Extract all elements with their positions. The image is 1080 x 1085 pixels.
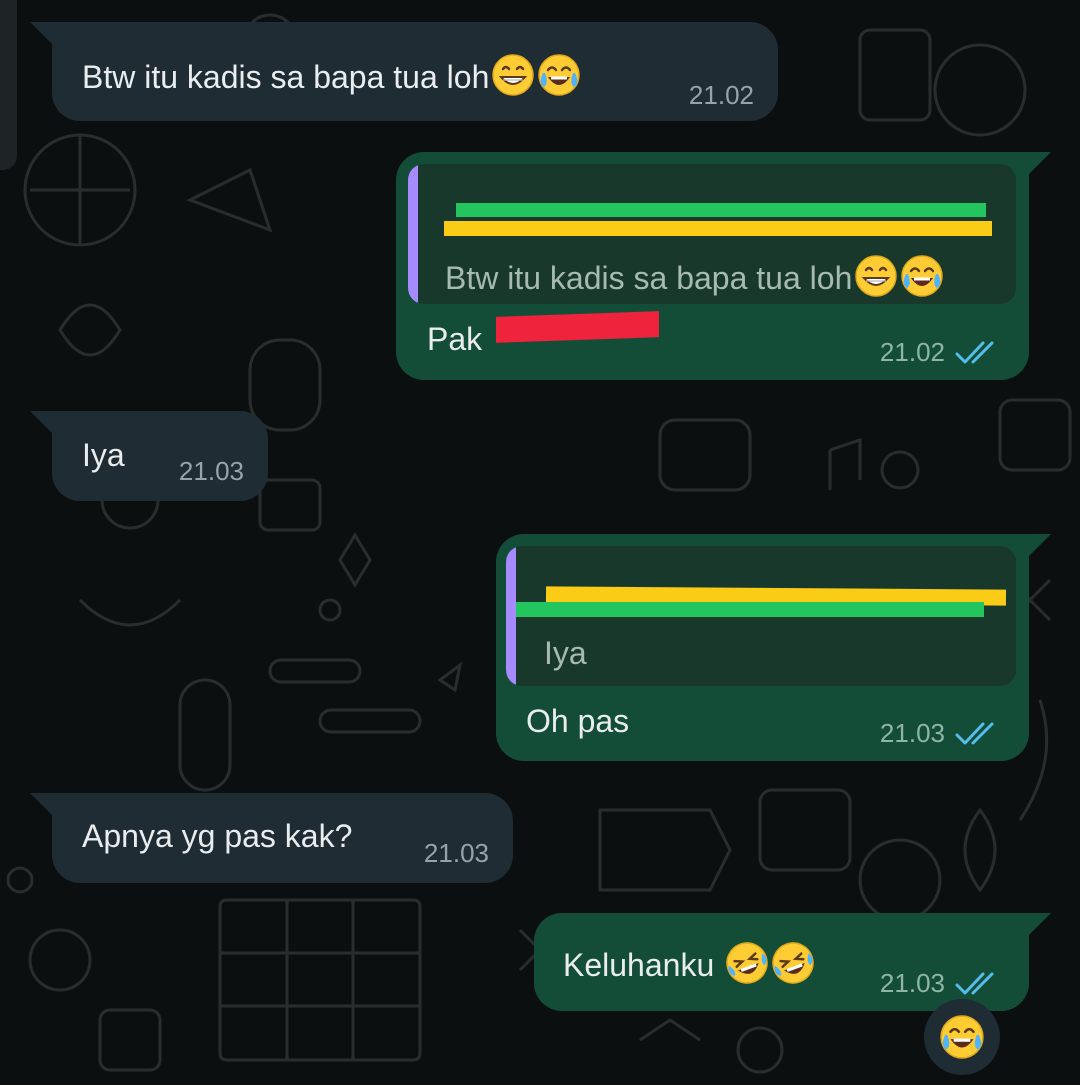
message-meta: 21.02 <box>880 337 1001 368</box>
tears-of-joy-emoji-icon <box>538 54 581 96</box>
message-time: 21.03 <box>178 456 244 486</box>
message-bubble-outgoing[interactable]: Btw itu kadis sa bapa tua loh Pak 21.02 <box>396 152 1051 380</box>
quoted-message[interactable]: Iya <box>506 546 1016 686</box>
double-check-read-icon <box>955 972 994 994</box>
tears-of-joy-emoji-icon <box>901 255 944 297</box>
message-time: 21.03 <box>879 718 945 748</box>
message-meta: 21.03 <box>880 718 1001 749</box>
message-meta: 21.03 <box>880 968 1001 999</box>
tears-of-joy-emoji-icon <box>940 1015 984 1059</box>
rolling-on-floor-laughing-emoji-icon <box>772 942 814 984</box>
message-text: Pak <box>427 321 483 357</box>
message-meta: 21.03 <box>179 456 244 487</box>
previous-screen-edge <box>0 0 17 170</box>
message-text: Keluhanku <box>563 941 815 985</box>
reaction-emoji-button[interactable] <box>924 999 1000 1075</box>
redaction-mark-green <box>456 203 986 217</box>
message-meta: 21.03 <box>424 838 489 869</box>
quote-text: Iya <box>544 635 587 671</box>
message-text: Apnya yg pas kak? <box>82 818 353 854</box>
quoted-message[interactable]: Btw itu kadis sa bapa tua loh <box>408 164 1016 304</box>
message-bubble-incoming[interactable]: Btw itu kadis sa bapa tua loh 21.02 <box>30 22 778 121</box>
quote-accent-bar <box>408 164 418 304</box>
redaction-mark-yellow <box>444 221 992 236</box>
grinning-face-emoji-icon <box>855 255 898 297</box>
message-text: Btw itu kadis sa bapa tua loh <box>82 53 581 97</box>
redaction-mark-green <box>516 602 984 617</box>
rolling-on-floor-laughing-emoji-icon <box>726 942 768 984</box>
message-time: 21.03 <box>423 838 489 868</box>
message-time: 21.03 <box>879 968 945 998</box>
message-bubble-incoming[interactable]: Iya 21.03 <box>30 411 268 501</box>
grinning-face-emoji-icon <box>492 54 535 96</box>
message-bubble-outgoing[interactable]: Keluhanku 21.03 <box>534 913 1051 1011</box>
redaction-mark-red <box>496 311 659 343</box>
message-bubble-outgoing[interactable]: Iya Oh pas 21.03 <box>496 534 1051 761</box>
message-time: 21.02 <box>688 80 754 110</box>
message-text: Iya <box>82 437 125 473</box>
message-time: 21.02 <box>879 337 945 367</box>
message-text: Oh pas <box>526 703 630 739</box>
message-bubble-incoming[interactable]: Apnya yg pas kak? 21.03 <box>30 793 513 883</box>
quote-accent-bar <box>506 546 516 686</box>
quote-text: Btw itu kadis sa bapa tua loh <box>445 254 944 298</box>
double-check-read-icon <box>955 341 994 363</box>
message-meta: 21.02 <box>689 80 754 111</box>
double-check-read-icon <box>955 722 994 744</box>
